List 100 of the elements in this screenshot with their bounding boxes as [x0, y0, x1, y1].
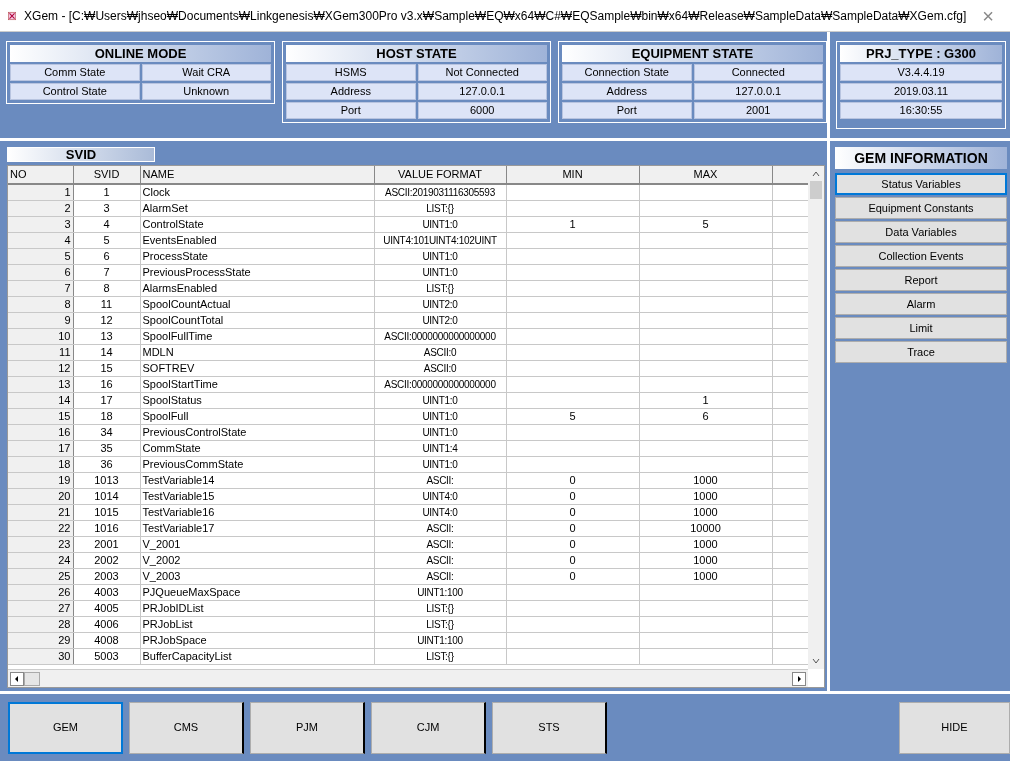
table-cell: AlarmSet — [140, 200, 374, 216]
hide-button[interactable]: HIDE — [899, 701, 1010, 754]
table-cell: UINT1:100 — [374, 632, 506, 648]
module-tab[interactable]: STS — [492, 701, 607, 754]
table-cell: SpoolStartTime — [140, 376, 374, 392]
menu-button[interactable]: Alarm — [835, 293, 1007, 315]
table-cell: 13 — [73, 328, 140, 344]
scroll-left-icon[interactable] — [10, 671, 24, 686]
table-cell: MDLN — [140, 344, 374, 360]
table-cell: SOFTREV — [140, 360, 374, 376]
table-cell: 16 — [73, 376, 140, 392]
table-cell: PRJobIDList — [140, 600, 374, 616]
panel-title: PRJ_TYPE : G300 — [840, 45, 1002, 62]
table-cell: 1000 — [639, 504, 772, 520]
table-cell: UINT1:0 — [374, 408, 506, 424]
table-cell: UINT4:101UINT4:102UINT — [374, 232, 506, 248]
table-cell: LIST:{} — [374, 600, 506, 616]
table-cell: SpoolStatus — [140, 392, 374, 408]
table-cell: 6 — [73, 248, 140, 264]
table-cell: 4003 — [73, 584, 140, 600]
table-cell: EventsEnabled — [140, 232, 374, 248]
table-cell: LIST:{} — [374, 200, 506, 216]
column-header[interactable]: NO — [8, 166, 73, 184]
info-value: V3.4.4.19 — [840, 64, 1002, 81]
table-cell: 4006 — [73, 616, 140, 632]
table-cell: 1014 — [73, 488, 140, 504]
table-cell: V_2003 — [140, 568, 374, 584]
close-button[interactable]: × — [974, 5, 1002, 26]
field-label: Control State — [10, 83, 140, 100]
module-tab[interactable]: CMS — [129, 701, 244, 754]
scroll-down-icon[interactable] — [811, 656, 821, 666]
table-cell: 1015 — [73, 504, 140, 520]
table-cell: 1000 — [639, 488, 772, 504]
table-cell: 6 — [639, 408, 772, 424]
table-cell: 0 — [506, 520, 639, 536]
table-cell: 0 — [506, 536, 639, 552]
table-cell: 1016 — [73, 520, 140, 536]
panel-title: HOST STATE — [286, 45, 547, 62]
table-cell: PJQueueMaxSpace — [140, 584, 374, 600]
table-cell: 8 — [73, 280, 140, 296]
table-cell: AlarmsEnabled — [140, 280, 374, 296]
field-value: 2001 — [693, 102, 823, 119]
table-cell: ASCII: — [374, 536, 506, 552]
column-header[interactable]: SVID — [73, 166, 140, 184]
column-header[interactable]: MAX — [639, 166, 772, 184]
menu-button[interactable]: Trace — [835, 341, 1007, 363]
table-cell: BufferCapacityList — [140, 648, 374, 664]
table-cell: 1000 — [639, 536, 772, 552]
table-cell: ASCII: — [374, 472, 506, 488]
table-cell: 15 — [73, 360, 140, 376]
table-cell: 2003 — [73, 568, 140, 584]
table-cell: 18 — [73, 408, 140, 424]
table-cell: ASCII:0000000000000000 — [374, 328, 506, 344]
field-value: 127.0.0.1 — [417, 83, 547, 100]
column-header[interactable]: NAME — [140, 166, 374, 184]
table-cell: 0 — [506, 472, 639, 488]
table-cell: Clock — [140, 183, 374, 200]
table-cell: 7 — [73, 264, 140, 280]
field-value: Connected — [693, 64, 823, 81]
scrollbar-thumb[interactable] — [810, 181, 822, 199]
scrollbar-thumb[interactable] — [24, 671, 40, 686]
menu-button[interactable]: Equipment Constants — [835, 197, 1007, 219]
menu-button[interactable]: Status Variables — [835, 173, 1007, 195]
table-tab[interactable]: SVID — [7, 147, 155, 162]
table-cell: 4005 — [73, 600, 140, 616]
field-label: Connection State — [562, 64, 692, 81]
table-cell: 0 — [506, 552, 639, 568]
table-cell: 5003 — [73, 648, 140, 664]
table-cell: 5 — [73, 232, 140, 248]
module-tab[interactable]: CJM — [371, 701, 486, 754]
column-header[interactable]: MIN — [506, 166, 639, 184]
module-tab[interactable]: PJM — [250, 701, 365, 754]
table-cell: SpoolCountTotal — [140, 312, 374, 328]
table-cell: 14 — [73, 344, 140, 360]
menu-button[interactable]: Limit — [835, 317, 1007, 339]
table-cell: PRJobList — [140, 616, 374, 632]
table-cell: UINT2:0 — [374, 296, 506, 312]
menu-button[interactable]: Report — [835, 269, 1007, 291]
module-tab[interactable]: GEM — [8, 701, 123, 754]
column-header[interactable]: VALUE FORMAT — [374, 166, 506, 184]
table-cell: 1000 — [639, 552, 772, 568]
table-cell: UINT1:0 — [374, 216, 506, 232]
table-cell: UINT1:0 — [374, 456, 506, 472]
table-cell: ASCII:0 — [374, 344, 506, 360]
scroll-right-icon[interactable] — [792, 671, 806, 686]
table-cell: 1 — [506, 216, 639, 232]
table-cell: UINT1:4 — [374, 440, 506, 456]
vertical-scrollbar[interactable] — [808, 166, 824, 669]
field-value: Unknown — [141, 83, 271, 100]
field-label: Address — [562, 83, 692, 100]
table-cell: 0 — [506, 504, 639, 520]
table-cell: CommState — [140, 440, 374, 456]
menu-button[interactable]: Data Variables — [835, 221, 1007, 243]
table-cell: 10000 — [639, 520, 772, 536]
horizontal-scrollbar[interactable] — [8, 669, 808, 687]
table-cell: V_2001 — [140, 536, 374, 552]
menu-button[interactable]: Collection Events — [835, 245, 1007, 267]
table-cell: TestVariable16 — [140, 504, 374, 520]
scroll-up-icon[interactable] — [811, 169, 821, 179]
field-label: HSMS — [286, 64, 416, 81]
